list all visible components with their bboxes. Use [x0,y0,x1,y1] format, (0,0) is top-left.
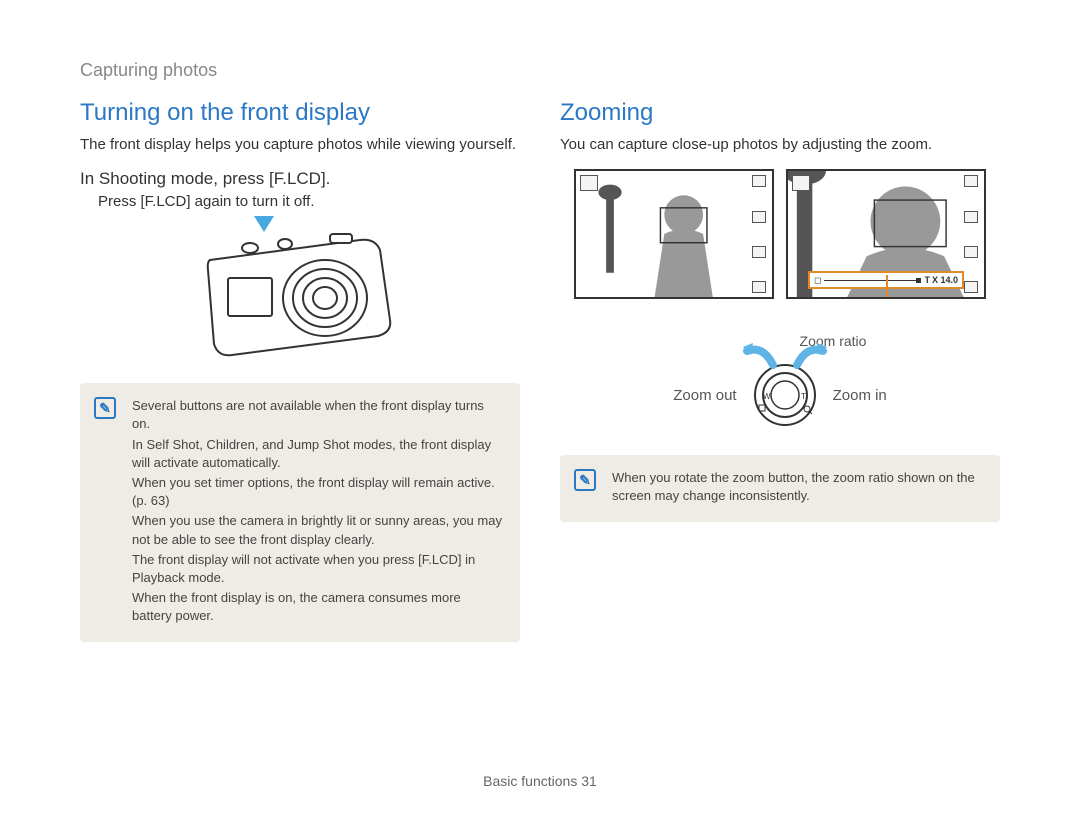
camera-svg [190,220,410,360]
arrow-down-icon [254,216,274,232]
arrow-rotate-left-icon [743,341,777,371]
breadcrumb: Capturing photos [80,60,1000,81]
note-icon: ✎ [574,469,596,491]
flash-icon [964,246,978,258]
intro-zooming: You can capture close-up photos by adjus… [560,135,1000,155]
mode-icon [792,175,810,191]
expand-icon [964,281,978,293]
size-icon [964,211,978,223]
note-icon: ✎ [94,397,116,419]
heading-front-display: Turning on the front display [80,99,520,127]
zoom-in-label: Zoom in [833,387,887,404]
dial-w-label: W [763,392,771,401]
note-item: Several buttons are not available when t… [132,397,504,433]
expand-icon [752,281,766,293]
flash-icon [752,246,766,258]
note-item: When you rotate the zoom button, the zoo… [612,469,984,505]
mode-icon [580,175,598,191]
camera-illustration [80,220,520,365]
note-item: When you set timer options, the front di… [132,474,504,510]
page-footer: Basic functions 31 [0,773,1080,789]
left-column: Turning on the front display The front d… [80,99,520,642]
battery-icon [964,175,978,187]
note-item: In Self Shot, Children, and Jump Shot mo… [132,436,504,472]
note-item: When you use the camera in brightly lit … [132,512,504,548]
zoom-pointer-line [886,275,888,299]
heading-zooming: Zooming [560,99,1000,127]
screenshot-zoom-tele: ◻ T X 14.0 [786,169,986,299]
note-box-zoom: ✎ When you rotate the zoom button, the z… [560,455,1000,521]
zoom-out-label: Zoom out [673,387,736,404]
screenshot-zoom-wide [574,169,774,299]
size-icon [752,211,766,223]
instruction-press-again: Press [F.LCD] again to turn it off. [98,193,520,210]
note-item: The front display will not activate when… [132,551,504,587]
zoom-ratio-label: Zoom ratio [666,333,1000,349]
note-item: When the front display is on, the camera… [132,589,504,625]
right-column: Zooming You can capture close-up photos … [560,99,1000,642]
zoom-dial-illustration: W T [749,359,821,431]
note-box-front-display: ✎ Several buttons are not available when… [80,383,520,641]
dial-t-label: T [801,392,806,401]
arrow-rotate-right-icon [793,341,827,371]
instruction-shooting-mode: In Shooting mode, press [F.LCD]. [80,169,520,189]
battery-icon [752,175,766,187]
intro-front-display: The front display helps you capture phot… [80,135,520,155]
